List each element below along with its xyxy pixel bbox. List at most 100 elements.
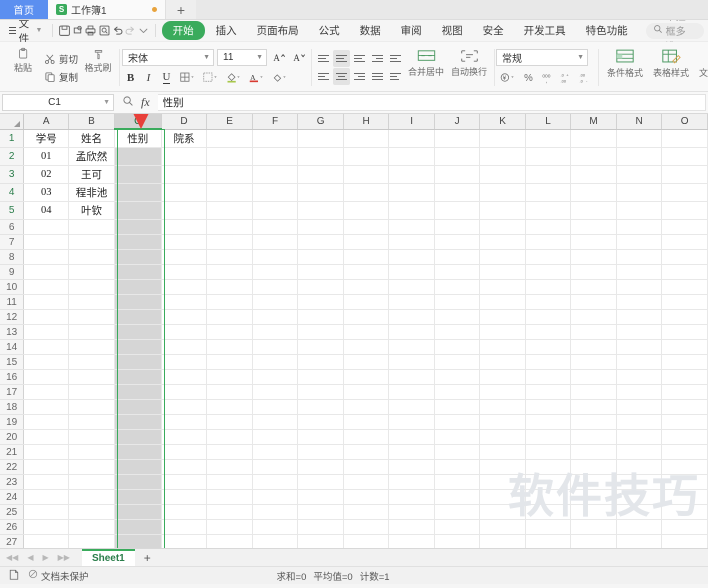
cell-D16[interactable]: [161, 369, 208, 385]
document-tab[interactable]: S 工作簿1: [48, 0, 166, 19]
cell-C17[interactable]: [114, 384, 162, 400]
cell-K17[interactable]: [479, 384, 526, 400]
cell-D25[interactable]: [161, 504, 208, 520]
cell-O13[interactable]: [661, 324, 708, 340]
cell-J5[interactable]: [434, 201, 481, 220]
row-header-11[interactable]: 11: [0, 294, 25, 310]
borders-button[interactable]: [176, 69, 198, 86]
row-header-27[interactable]: 27: [0, 534, 25, 548]
cell-C5[interactable]: [114, 201, 162, 220]
cell-K26[interactable]: [479, 519, 526, 535]
cell-J26[interactable]: [434, 519, 481, 535]
cell-L20[interactable]: [525, 429, 572, 445]
cell-I4[interactable]: [388, 183, 435, 202]
cell-B3[interactable]: 王可: [68, 165, 115, 184]
cell-I9[interactable]: [388, 264, 435, 280]
cell-D22[interactable]: [161, 459, 208, 475]
cell-C6[interactable]: [114, 219, 162, 235]
cell-F5[interactable]: [252, 201, 299, 220]
new-tab-button[interactable]: +: [166, 0, 196, 19]
row-header-20[interactable]: 20: [0, 429, 25, 445]
cell-N8[interactable]: [616, 249, 663, 265]
cell-I23[interactable]: [388, 474, 435, 490]
cell-E26[interactable]: [206, 519, 253, 535]
cell-M26[interactable]: [570, 519, 617, 535]
cell-F1[interactable]: [252, 129, 299, 148]
cell-B27[interactable]: [68, 534, 115, 548]
cell-L5[interactable]: [525, 201, 572, 220]
cell-K1[interactable]: [479, 129, 526, 148]
cell-M17[interactable]: [570, 384, 617, 400]
cell-M8[interactable]: [570, 249, 617, 265]
cell-B22[interactable]: [68, 459, 115, 475]
cell-L6[interactable]: [525, 219, 572, 235]
cell-K13[interactable]: [479, 324, 526, 340]
cell-B6[interactable]: [68, 219, 115, 235]
paste-button[interactable]: 粘贴: [6, 44, 40, 91]
cell-K6[interactable]: [479, 219, 526, 235]
cell-C14[interactable]: [114, 339, 162, 355]
cell-J13[interactable]: [434, 324, 481, 340]
cell-B1[interactable]: 姓名: [68, 129, 115, 148]
cell-F25[interactable]: [252, 504, 299, 520]
cell-N22[interactable]: [616, 459, 663, 475]
conditional-format-button[interactable]: 条件格式: [602, 44, 648, 91]
ribbon-tab-developer[interactable]: 开发工具: [515, 22, 575, 39]
column-header-c[interactable]: C: [114, 114, 162, 130]
decrease-decimal-button[interactable]: .00.0-: [577, 69, 594, 86]
cell-H9[interactable]: [343, 264, 390, 280]
cell-K7[interactable]: [479, 234, 526, 250]
cell-B10[interactable]: [68, 279, 115, 295]
cell-N27[interactable]: [616, 534, 663, 548]
cell-M2[interactable]: [570, 147, 617, 166]
cell-E6[interactable]: [206, 219, 253, 235]
cell-N26[interactable]: [616, 519, 663, 535]
cell-D19[interactable]: [161, 414, 208, 430]
cell-O10[interactable]: [661, 279, 708, 295]
align-bottom-button[interactable]: [351, 50, 368, 67]
cell-O11[interactable]: [661, 294, 708, 310]
cell-C23[interactable]: [114, 474, 162, 490]
cell-I24[interactable]: [388, 489, 435, 505]
cell-I15[interactable]: [388, 354, 435, 370]
cell-E25[interactable]: [206, 504, 253, 520]
cell-A14[interactable]: [23, 339, 70, 355]
cell-E4[interactable]: [206, 183, 253, 202]
format-painter-button[interactable]: 格式刷: [81, 44, 115, 91]
cell-D2[interactable]: [161, 147, 208, 166]
cell-G23[interactable]: [297, 474, 344, 490]
cell-A7[interactable]: [23, 234, 70, 250]
cell-H27[interactable]: [343, 534, 390, 548]
cell-G11[interactable]: [297, 294, 344, 310]
cell-I14[interactable]: [388, 339, 435, 355]
sheet-tab-sheet1[interactable]: Sheet1: [81, 549, 135, 566]
cell-J11[interactable]: [434, 294, 481, 310]
cell-E16[interactable]: [206, 369, 253, 385]
cell-B18[interactable]: [68, 399, 115, 415]
add-sheet-button[interactable]: +: [137, 551, 158, 565]
cell-C4[interactable]: [114, 183, 162, 202]
cell-N21[interactable]: [616, 444, 663, 460]
cell-A3[interactable]: 02: [23, 165, 70, 184]
cell-K3[interactable]: [479, 165, 526, 184]
cell-H14[interactable]: [343, 339, 390, 355]
cell-J23[interactable]: [434, 474, 481, 490]
cell-O27[interactable]: [661, 534, 708, 548]
text-direction-button[interactable]: [387, 68, 404, 85]
row-header-10[interactable]: 10: [0, 279, 25, 295]
cell-C13[interactable]: [114, 324, 162, 340]
cell-A12[interactable]: [23, 309, 70, 325]
row-header-15[interactable]: 15: [0, 354, 25, 370]
cell-J24[interactable]: [434, 489, 481, 505]
cell-D15[interactable]: [161, 354, 208, 370]
row-header-24[interactable]: 24: [0, 489, 25, 505]
cell-C2[interactable]: [114, 147, 162, 166]
cell-B11[interactable]: [68, 294, 115, 310]
ribbon-tab-data[interactable]: 数据: [351, 22, 390, 39]
cell-E14[interactable]: [206, 339, 253, 355]
cell-D5[interactable]: [161, 201, 208, 220]
cell-F11[interactable]: [252, 294, 299, 310]
cell-A9[interactable]: [23, 264, 70, 280]
cell-O22[interactable]: [661, 459, 708, 475]
cell-L2[interactable]: [525, 147, 572, 166]
